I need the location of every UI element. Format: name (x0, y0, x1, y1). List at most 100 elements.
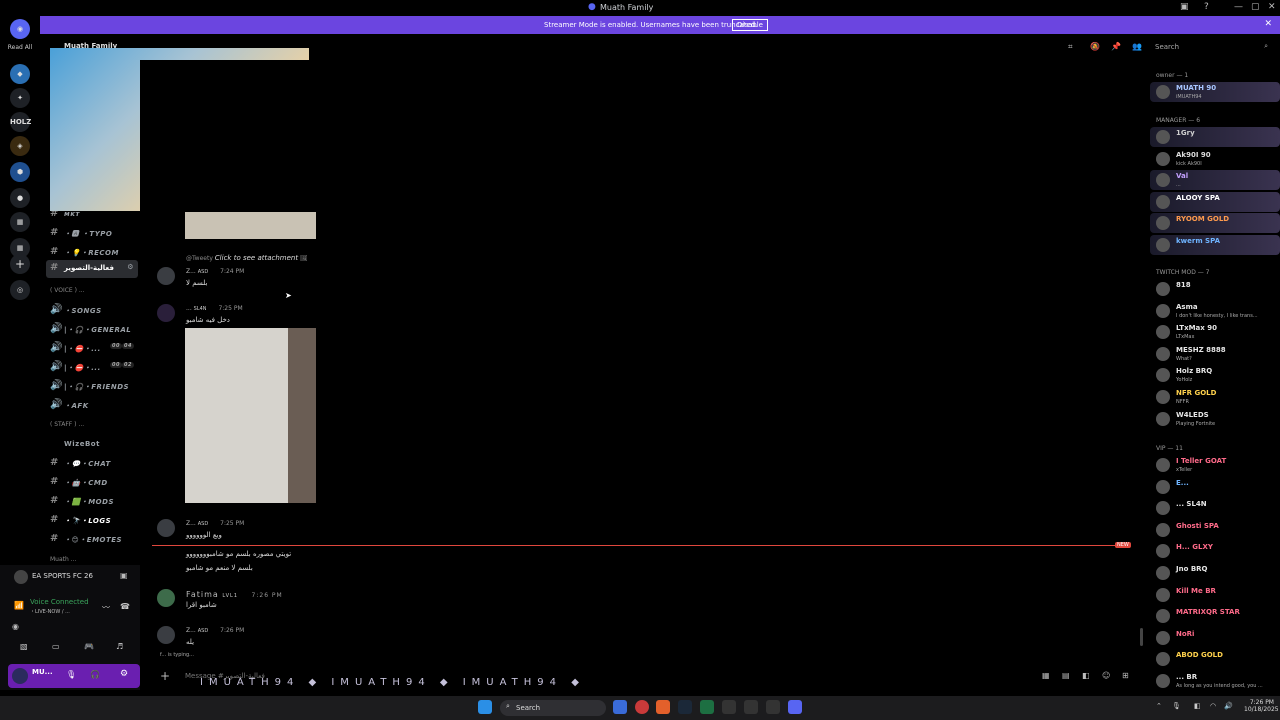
pinned-icon[interactable]: 📌 (1111, 42, 1121, 51)
member-row[interactable]: ABOD GOLD (1150, 649, 1280, 669)
threads-icon[interactable]: ⌗ (1068, 42, 1073, 52)
home-discord-icon[interactable]: ◉ (10, 19, 30, 39)
disable-button[interactable]: Disable (732, 19, 768, 31)
muath-category[interactable]: Muath ... (50, 556, 76, 563)
excel-icon[interactable] (700, 700, 714, 714)
member-name[interactable]: NoRi (1176, 630, 1194, 638)
member-name[interactable]: ... SL4N (1176, 500, 1207, 508)
member-name[interactable]: Asma (1176, 303, 1198, 311)
member-name[interactable]: 1Gry (1176, 129, 1195, 137)
member-name[interactable]: H... GLXY (1176, 543, 1213, 551)
member-row[interactable]: MATRIXQR STAR (1150, 606, 1280, 626)
channel-typo[interactable]: # ・🅰 ・TYPO (50, 225, 146, 243)
voice-channel-friends[interactable]: 🔊 |・🎧・FRIENDS (50, 378, 146, 396)
member-avatar[interactable] (1156, 346, 1170, 361)
app-icon[interactable] (722, 700, 736, 714)
member-list-icon[interactable]: 👥 (1132, 42, 1142, 51)
user-avatar[interactable] (12, 668, 28, 684)
member-row[interactable]: Jno BRQ (1150, 563, 1280, 583)
soundboard-icon[interactable]: ♬ (116, 642, 123, 651)
voice-status[interactable]: Voice Connected (30, 598, 89, 606)
member-name[interactable]: ... BR (1176, 673, 1197, 681)
member-row[interactable]: ... SL4N (1150, 498, 1280, 518)
member-avatar[interactable] (1156, 216, 1170, 231)
apps-icon[interactable]: ⊞ (1122, 671, 1129, 680)
member-name[interactable]: Kill Me BR (1176, 587, 1216, 595)
volume-icon[interactable]: 🔊 (1224, 702, 1233, 710)
gift-icon[interactable]: ▦ (1042, 671, 1050, 680)
channel-wizebot[interactable]: WizeBot (50, 436, 146, 454)
add-attachment-icon[interactable]: + (160, 669, 170, 683)
chat-scrollbar[interactable] (1140, 628, 1143, 646)
message-attachment-image[interactable] (185, 212, 316, 239)
server-icon[interactable]: ✦ (10, 88, 30, 108)
member-name[interactable]: ALOOY SPA (1176, 194, 1220, 202)
member-name[interactable]: Ghosti SPA (1176, 522, 1219, 530)
member-avatar[interactable] (1156, 411, 1170, 426)
member-row[interactable]: Holz BRQ YoHolz (1150, 365, 1280, 385)
server-icon[interactable]: ⬢ (10, 162, 30, 182)
member-row[interactable]: I Teller GOAT xTeller (1150, 455, 1280, 475)
message-author[interactable]: ... SL4N 7:25 PM (186, 305, 243, 312)
member-avatar[interactable] (1156, 85, 1170, 99)
tray-chevron-icon[interactable]: ⌃ (1156, 702, 1162, 710)
member-name[interactable]: MESHZ 8888 (1176, 346, 1226, 354)
member-name[interactable]: I Teller GOAT (1176, 457, 1226, 465)
message-author[interactable]: Z... ASD 7:25 PM (186, 520, 244, 527)
microphone-icon[interactable]: 🎙 (66, 670, 76, 679)
user-account-bar[interactable]: MU... 🎙 🎧 ⚙ (8, 664, 140, 688)
member-row[interactable]: ALOOY SPA (1150, 191, 1280, 212)
reply-preview[interactable]: @Tweety Click to see attachment 🖼 (186, 254, 308, 262)
member-name[interactable]: MATRIXQR STAR (1176, 608, 1240, 616)
wifi-icon[interactable]: ◠ (1210, 702, 1216, 710)
member-row[interactable]: W4LEDS Playing Fortnite (1150, 409, 1280, 429)
discord-taskbar-icon[interactable] (788, 700, 802, 714)
server-folder-icon[interactable]: ▦ (10, 212, 30, 232)
member-row[interactable]: ... BR As long as you intend good, you ..… (1150, 671, 1280, 691)
member-name[interactable]: Holz BRQ (1176, 367, 1212, 375)
member-avatar[interactable] (1156, 173, 1170, 188)
member-row[interactable]: Asma I don't like honesty, I like trans..… (1150, 301, 1280, 321)
member-row[interactable]: MESHZ 8888 What? (1150, 344, 1280, 364)
message-author[interactable]: Z... ASD 7:24 PM (186, 268, 244, 275)
member-row[interactable]: Kill Me BR (1150, 585, 1280, 605)
settings-gear-icon[interactable]: ⚙ (127, 263, 134, 271)
member-row[interactable]: 1Gry (1150, 127, 1280, 147)
camera-icon[interactable]: ▧ (20, 642, 28, 651)
read-all-button[interactable]: Read All (2, 44, 38, 51)
windows-start-icon[interactable] (478, 700, 492, 714)
member-avatar[interactable] (1156, 390, 1170, 404)
member-avatar[interactable] (1156, 674, 1170, 688)
headphones-icon[interactable]: 🎧 (90, 670, 100, 679)
member-row[interactable]: NFR GOLD NFFR (1150, 387, 1280, 407)
server-icon[interactable]: ◈ (10, 136, 30, 156)
member-row[interactable]: E... (1150, 477, 1280, 497)
member-row[interactable]: NoRi (1150, 628, 1280, 648)
activity-icon[interactable]: 🎮 (84, 642, 94, 651)
avatar[interactable] (157, 519, 175, 537)
server-icon[interactable]: ● (10, 188, 30, 208)
disconnect-icon[interactable]: ☎ (120, 602, 130, 611)
channel-active[interactable]: # فعالية-التصوير ⚙ (46, 260, 138, 278)
brave-icon[interactable] (656, 700, 670, 714)
staff-category[interactable]: ( STAFF ) ... (50, 421, 84, 428)
app-icon[interactable] (766, 700, 780, 714)
game-settings-icon[interactable]: ▣ (120, 571, 128, 580)
member-name[interactable]: kwerm SPA (1176, 237, 1220, 245)
steam-icon[interactable] (678, 700, 692, 714)
voice-channel-afk[interactable]: 🔊 ・AFK (50, 397, 146, 415)
taskbar-search[interactable]: ⌕ Search (500, 700, 606, 716)
channel-emotes[interactable]: # ・😊・EMOTES (50, 531, 146, 549)
screen-share-icon[interactable]: ▭ (52, 642, 60, 651)
member-name[interactable]: Ak90I 90 (1176, 151, 1211, 159)
member-avatar[interactable] (1156, 522, 1170, 537)
tray-icon[interactable]: ◧ (1194, 702, 1201, 710)
taskview-icon[interactable] (613, 700, 627, 714)
member-name[interactable]: MUATH 90 (1176, 84, 1216, 92)
app-icon[interactable] (744, 700, 758, 714)
member-avatar[interactable] (1156, 282, 1170, 296)
message-author[interactable]: Z... ASD 7:26 PM (186, 627, 244, 634)
voice-channel-general[interactable]: 🔊 |・🎧・GENERAL (50, 321, 146, 339)
member-avatar[interactable] (1156, 130, 1170, 144)
clock[interactable]: 7:26 PM 10/18/2025 (1244, 699, 1279, 713)
